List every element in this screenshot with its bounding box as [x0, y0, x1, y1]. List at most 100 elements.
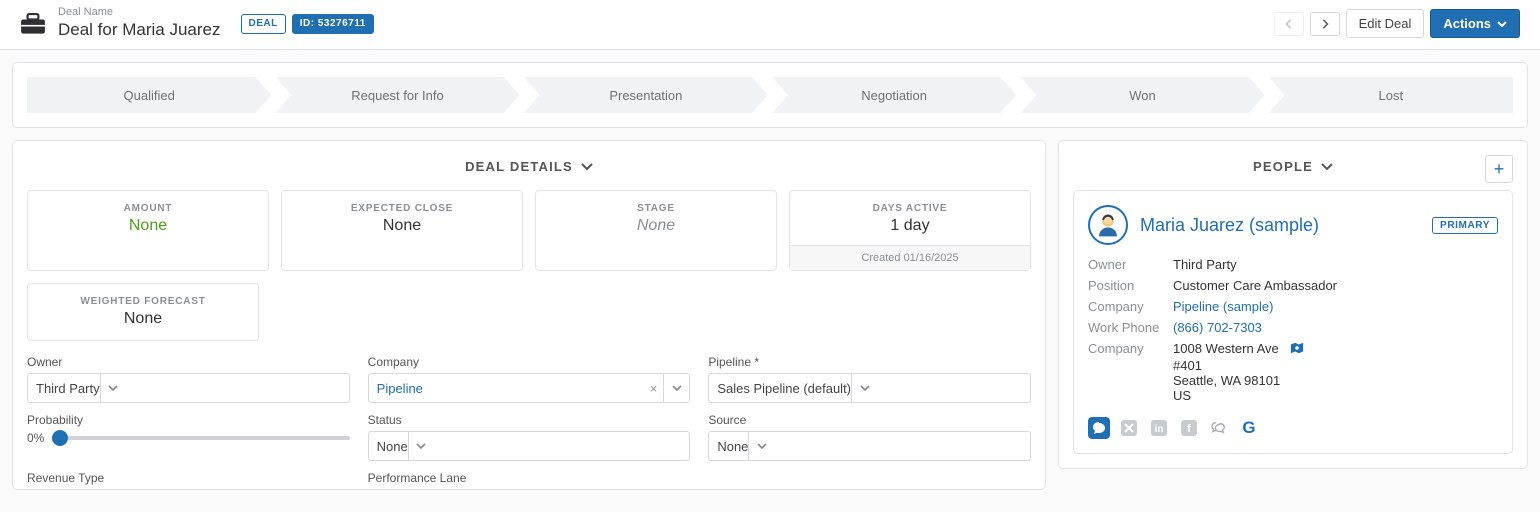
revenue-type-label: Revenue Type: [27, 471, 350, 485]
google-icon[interactable]: G: [1238, 417, 1260, 439]
chevron-down-icon: [757, 443, 767, 449]
next-button[interactable]: [1310, 12, 1340, 36]
field-performance-lane: Performance Lane: [368, 471, 691, 489]
person-name-link[interactable]: Maria Juarez (sample): [1140, 215, 1319, 236]
kv-position-v: Customer Care Ambassador: [1173, 278, 1498, 293]
status-select[interactable]: None: [368, 431, 691, 461]
primary-badge: PRIMARY: [1432, 217, 1498, 234]
tile-days-active: DAYS ACTIVE 1 day Created 01/16/2025: [789, 190, 1031, 271]
map-icon[interactable]: [1290, 341, 1304, 358]
kv-address-k: Company: [1088, 341, 1173, 403]
tile-days-created: Created 01/16/2025: [790, 245, 1030, 270]
probability-slider[interactable]: [54, 436, 349, 440]
company-select[interactable]: Pipeline ×: [368, 373, 691, 403]
chevron-right-icon: [1320, 19, 1330, 29]
owner-value: Third Party: [36, 381, 100, 396]
source-select[interactable]: None: [708, 431, 1031, 461]
tile-weighted-forecast: WEIGHTED FORECAST None: [27, 283, 259, 341]
tile-stage-title: STAGE: [544, 203, 768, 214]
kv-owner-v: Third Party: [1173, 257, 1498, 272]
tile-days-title: DAYS ACTIVE: [798, 203, 1022, 214]
stage-qualified[interactable]: Qualified: [27, 77, 271, 113]
tile-expected-close: EXPECTED CLOSE None: [281, 190, 523, 271]
caret-down-icon: [1497, 21, 1507, 27]
pipeline-select[interactable]: Sales Pipeline (default): [708, 373, 1031, 403]
field-source: Source None: [708, 413, 1031, 461]
status-value: None: [377, 439, 408, 454]
probability-label: Probability: [27, 413, 350, 427]
field-owner: Owner Third Party: [27, 355, 350, 403]
tile-amount-value: None: [36, 217, 260, 235]
people-panel: PEOPLE + Maria Juarez (sample) PR: [1058, 140, 1528, 469]
deal-name: Deal for Maria Juarez: [58, 19, 221, 41]
stage-request[interactable]: Request for Info: [275, 77, 519, 113]
chat-icon[interactable]: [1208, 417, 1230, 439]
edit-deal-button[interactable]: Edit Deal: [1346, 9, 1425, 38]
kv-address-v: 1008 Western Ave #401 Seattle, WA 98101 …: [1173, 341, 1498, 403]
source-label: Source: [708, 413, 1031, 427]
svg-text:f: f: [1187, 423, 1191, 435]
probability-value: 0%: [27, 431, 44, 445]
company-clear[interactable]: ×: [644, 381, 664, 396]
company-label: Company: [368, 355, 691, 369]
stage-negotiation[interactable]: Negotiation: [772, 77, 1016, 113]
tile-expected-title: EXPECTED CLOSE: [290, 203, 514, 214]
tile-weighted-title: WEIGHTED FORECAST: [36, 296, 250, 307]
chevron-down-icon: [108, 385, 118, 391]
owner-dropdown[interactable]: [100, 374, 126, 402]
stage-won[interactable]: Won: [1020, 77, 1264, 113]
people-title: PEOPLE: [1253, 159, 1313, 174]
company-dropdown[interactable]: [663, 374, 689, 402]
field-probability: Probability 0%: [27, 413, 350, 461]
pipeline-value: Sales Pipeline (default): [717, 381, 851, 396]
linkedin-icon[interactable]: in: [1148, 417, 1170, 439]
actions-button[interactable]: Actions: [1430, 9, 1520, 38]
pipeline-label: Pipeline *: [708, 355, 1031, 369]
source-dropdown[interactable]: [748, 432, 774, 460]
kv-phone-k: Work Phone: [1088, 320, 1173, 335]
owner-select[interactable]: Third Party: [27, 373, 350, 403]
slider-knob[interactable]: [52, 430, 68, 446]
kv-owner-k: Owner: [1088, 257, 1173, 272]
actions-label: Actions: [1443, 16, 1491, 31]
kv-phone-v[interactable]: (866) 702-7303: [1173, 320, 1498, 335]
field-revenue-type: Revenue Type: [27, 471, 350, 489]
stage-lost[interactable]: Lost: [1269, 77, 1513, 113]
x-icon[interactable]: [1118, 417, 1140, 439]
facebook-icon[interactable]: f: [1178, 417, 1200, 439]
chevron-down-icon: [672, 385, 682, 391]
status-label: Status: [368, 413, 691, 427]
addr-line2: #401: [1173, 358, 1202, 373]
chevron-left-icon: [1284, 19, 1294, 29]
deal-details-title: DEAL DETAILS: [465, 159, 573, 174]
tile-amount-title: AMOUNT: [36, 203, 260, 214]
tile-weighted-value: None: [36, 310, 250, 328]
avatar: [1088, 205, 1128, 245]
status-dropdown[interactable]: [408, 432, 434, 460]
person-avatar-icon: [1095, 212, 1121, 238]
tile-stage: STAGE None: [535, 190, 777, 271]
stage-bar: Qualified Request for Info Presentation …: [12, 62, 1528, 128]
chevron-down-icon: [860, 385, 870, 391]
owner-label: Owner: [27, 355, 350, 369]
tile-amount: AMOUNT None: [27, 190, 269, 271]
field-company: Company Pipeline ×: [368, 355, 691, 403]
deal-form: Owner Third Party Company Pipeline × Pip…: [27, 355, 1031, 489]
source-value: None: [717, 439, 748, 454]
chevron-down-icon: [581, 161, 593, 173]
pipeline-dropdown[interactable]: [851, 374, 877, 402]
kv-company-v[interactable]: Pipeline (sample): [1173, 299, 1498, 314]
performance-lane-label: Performance Lane: [368, 471, 691, 485]
sms-icon[interactable]: [1088, 417, 1110, 439]
add-person-button[interactable]: +: [1485, 155, 1513, 183]
prev-button[interactable]: [1274, 12, 1304, 36]
deal-header: Deal Name Deal for Maria Juarez DEAL ID:…: [0, 0, 1540, 50]
addr-line4: US: [1173, 388, 1191, 403]
person-card: Maria Juarez (sample) PRIMARY Owner Thir…: [1073, 190, 1513, 454]
company-value: Pipeline: [377, 381, 423, 396]
deal-details-header[interactable]: DEAL DETAILS: [27, 159, 1031, 174]
chevron-down-icon: [416, 443, 426, 449]
tile-days-value: 1 day: [798, 217, 1022, 235]
stage-presentation[interactable]: Presentation: [524, 77, 768, 113]
people-header[interactable]: PEOPLE: [1073, 159, 1513, 174]
